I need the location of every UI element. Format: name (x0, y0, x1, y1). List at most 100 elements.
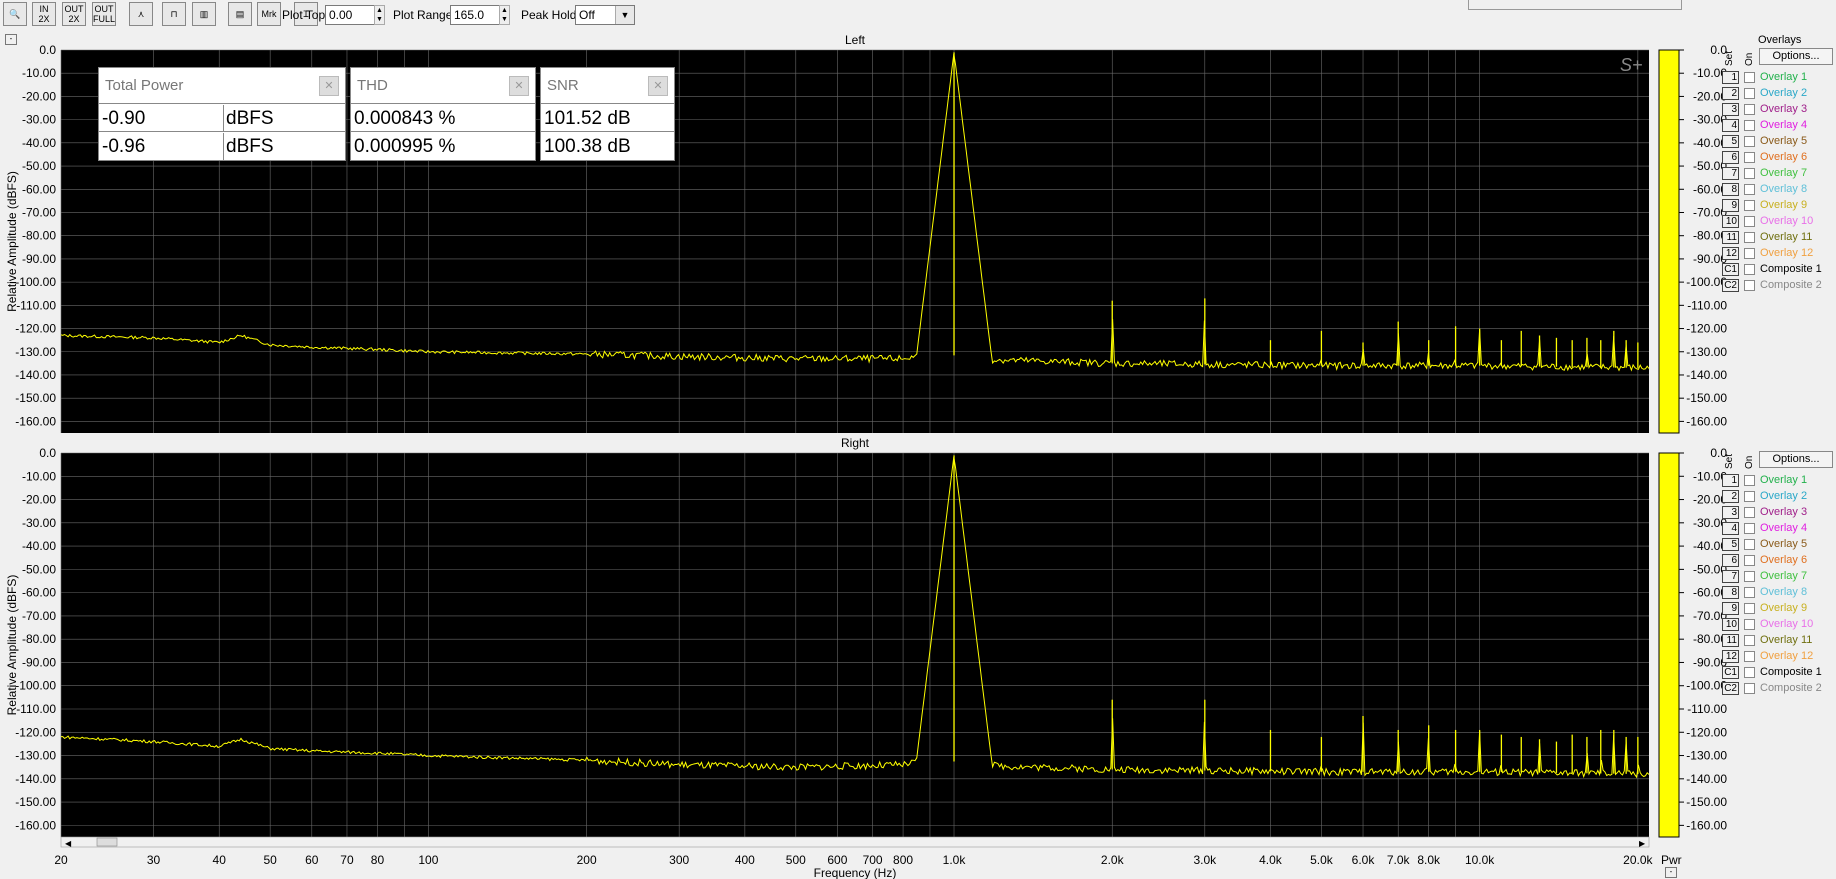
overlay-name: Overlay 6 (1760, 554, 1808, 566)
overlay-set-button[interactable]: 10 (1722, 618, 1739, 631)
overlay-set-button[interactable]: 11 (1722, 231, 1739, 244)
level-meter (1658, 452, 1680, 838)
y-tick-label: -40.00 (22, 539, 56, 553)
overlay-checkbox[interactable] (1744, 491, 1755, 502)
overlay-checkbox[interactable] (1744, 683, 1755, 694)
overlay-set-button[interactable]: C1 (1722, 666, 1739, 679)
collapse-icon[interactable]: - (5, 34, 17, 45)
overlay-checkbox[interactable] (1744, 248, 1755, 259)
overlay-name: Overlay 9 (1760, 602, 1808, 614)
overlays-panel-left: Overlays Set On Options... 1 Overlay 1 2 Overla… (1722, 34, 1836, 296)
total-power-right-value: -0.96 (102, 136, 146, 157)
overlay-set-button[interactable]: 8 (1722, 183, 1739, 196)
y-tick-label: -150.00 (15, 391, 56, 405)
x-tick-label: 700 (863, 853, 883, 867)
overlay-checkbox[interactable] (1744, 216, 1755, 227)
overlay-checkbox[interactable] (1744, 104, 1755, 115)
level-meter (1658, 49, 1680, 434)
overlay-checkbox[interactable] (1744, 619, 1755, 630)
overlay-checkbox[interactable] (1744, 184, 1755, 195)
overlay-checkbox[interactable] (1744, 280, 1755, 291)
total-power-row-right: -0.96 dBFS (99, 133, 345, 160)
overlay-set-button[interactable]: C2 (1722, 279, 1739, 292)
overlay-set-button[interactable]: 2 (1722, 490, 1739, 503)
overlay-set-button[interactable]: C2 (1722, 682, 1739, 695)
overlay-checkbox[interactable] (1744, 88, 1755, 99)
close-icon[interactable]: ✕ (319, 76, 339, 96)
overlay-checkbox[interactable] (1744, 667, 1755, 678)
meter-tick-label: -150.00 (1686, 391, 1727, 405)
overlay-checkbox[interactable] (1744, 539, 1755, 550)
x-tick-label: 70 (340, 853, 354, 867)
y-tick-label: -90.00 (22, 655, 56, 669)
overlay-checkbox[interactable] (1744, 651, 1755, 662)
overlay-name: Overlay 5 (1760, 135, 1808, 147)
overlay-checkbox[interactable] (1744, 232, 1755, 243)
overlay-options-button[interactable]: Options... (1759, 451, 1833, 468)
overlay-checkbox[interactable] (1744, 555, 1755, 566)
set-label: Set (1724, 50, 1735, 66)
overlay-set-button[interactable]: 9 (1722, 199, 1739, 212)
y-tick-label: -20.00 (22, 89, 56, 103)
x-tick-label: 40 (213, 853, 227, 867)
overlay-checkbox[interactable] (1744, 152, 1755, 163)
scrollbar-thumb[interactable] (96, 837, 118, 847)
overlay-set-button[interactable]: 8 (1722, 586, 1739, 599)
overlay-set-button[interactable]: 4 (1722, 522, 1739, 535)
overlay-options-button[interactable]: Options... (1759, 48, 1833, 65)
overlay-checkbox[interactable] (1744, 168, 1755, 179)
collapse-icon[interactable]: - (1665, 867, 1677, 878)
x-tick-label: 20.0k (1623, 853, 1653, 867)
overlay-checkbox[interactable] (1744, 507, 1755, 518)
overlay-checkbox[interactable] (1744, 200, 1755, 211)
overlay-checkbox[interactable] (1744, 136, 1755, 147)
logo: S+ (1620, 55, 1643, 75)
overlay-set-button[interactable]: 11 (1722, 634, 1739, 647)
close-icon[interactable]: ✕ (648, 76, 668, 96)
plot-area[interactable] (61, 453, 1649, 837)
overlay-set-button[interactable]: 7 (1722, 570, 1739, 583)
overlay-set-button[interactable]: 10 (1722, 215, 1739, 228)
overlay-row: 3 Overlay 3 (1722, 505, 1836, 520)
scroll-right-icon[interactable]: ▶ (1639, 839, 1646, 848)
overlay-checkbox[interactable] (1744, 475, 1755, 486)
overlay-row: C2 Composite 2 (1722, 681, 1836, 696)
overlay-checkbox[interactable] (1744, 523, 1755, 534)
close-icon[interactable]: ✕ (509, 76, 529, 96)
overlay-row: 12 Overlay 12 (1722, 246, 1836, 261)
overlay-set-button[interactable]: 7 (1722, 167, 1739, 180)
overlay-set-button[interactable]: 9 (1722, 602, 1739, 615)
overlay-set-button[interactable]: 5 (1722, 538, 1739, 551)
overlay-set-button[interactable]: 4 (1722, 119, 1739, 132)
x-tick-label: 6.0k (1352, 853, 1376, 867)
overlay-name: Composite 1 (1760, 263, 1822, 275)
y-tick-label: -90.00 (22, 252, 56, 266)
overlay-set-button[interactable]: 12 (1722, 247, 1739, 260)
x-tick-label: 4.0k (1259, 853, 1283, 867)
overlay-row: C2 Composite 2 (1722, 278, 1836, 293)
overlay-checkbox[interactable] (1744, 571, 1755, 582)
overlay-checkbox[interactable] (1744, 120, 1755, 131)
overlay-set-button[interactable]: 3 (1722, 506, 1739, 519)
horizontal-scrollbar[interactable] (60, 836, 1650, 848)
meter-tick-label: -120.00 (1686, 725, 1727, 739)
overlay-set-button[interactable]: 5 (1722, 135, 1739, 148)
overlay-checkbox[interactable] (1744, 635, 1755, 646)
overlay-checkbox[interactable] (1744, 264, 1755, 275)
overlay-set-button[interactable]: 1 (1722, 71, 1739, 84)
overlay-set-button[interactable]: 12 (1722, 650, 1739, 663)
overlay-set-button[interactable]: 3 (1722, 103, 1739, 116)
scroll-left-icon[interactable]: ◀ (65, 839, 72, 848)
overlays-panel-right: Set On Options... 1 Overlay 1 2 Overlay 2 3 Over… (1722, 437, 1836, 699)
overlay-set-button[interactable]: 1 (1722, 474, 1739, 487)
overlay-row: 4 Overlay 4 (1722, 118, 1836, 133)
overlay-checkbox[interactable] (1744, 603, 1755, 614)
overlay-set-button[interactable]: C1 (1722, 263, 1739, 276)
overlay-name: Composite 2 (1760, 682, 1822, 694)
overlay-checkbox[interactable] (1744, 587, 1755, 598)
chart-title: Right (841, 436, 870, 450)
overlay-set-button[interactable]: 6 (1722, 151, 1739, 164)
overlay-set-button[interactable]: 6 (1722, 554, 1739, 567)
overlay-checkbox[interactable] (1744, 72, 1755, 83)
overlay-set-button[interactable]: 2 (1722, 87, 1739, 100)
